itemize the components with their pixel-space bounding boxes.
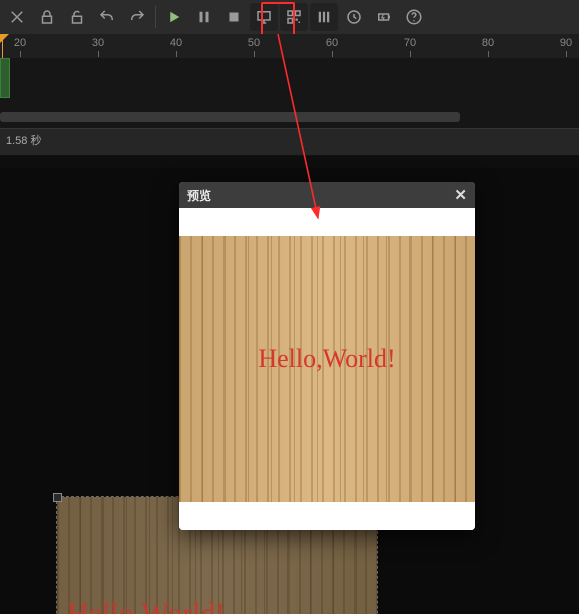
- ruler-tick: 30: [89, 37, 107, 49]
- resize-handle[interactable]: [53, 493, 62, 502]
- close-icon[interactable]: ✕: [454, 188, 467, 203]
- preview-body: Hello,World!: [179, 208, 475, 530]
- ruler-tick: 70: [401, 37, 419, 49]
- preview-window[interactable]: 预览 ✕ Hello,World!: [179, 182, 475, 530]
- time-display-bar: 1.58 秒: [0, 128, 579, 156]
- preview-title: 预览: [187, 187, 211, 204]
- unlock-icon[interactable]: [63, 3, 91, 31]
- ruler-tick: 20: [11, 37, 29, 49]
- undo-icon[interactable]: [93, 3, 121, 31]
- timeline-scrollbar[interactable]: [0, 112, 460, 122]
- ruler-tick: 90: [557, 37, 575, 49]
- canvas-object-text: Hello,World!: [67, 597, 225, 614]
- help-icon[interactable]: [400, 3, 428, 31]
- stop-icon[interactable]: [220, 3, 248, 31]
- ruler-tick: 80: [479, 37, 497, 49]
- playhead-marker[interactable]: [0, 34, 10, 44]
- toolbar-separator: [155, 6, 156, 28]
- redo-icon[interactable]: [123, 3, 151, 31]
- play-icon[interactable]: [160, 3, 188, 31]
- preview-text: Hello,World!: [179, 344, 475, 374]
- preview-content: Hello,World!: [179, 236, 475, 502]
- ruler-tick: 60: [323, 37, 341, 49]
- toolbar: [0, 0, 579, 35]
- timeline-ruler[interactable]: 20 30 40 50 60 70 80 90: [0, 34, 579, 58]
- qrcode-icon[interactable]: [280, 3, 308, 31]
- ruler-tick: 50: [245, 37, 263, 49]
- timeline-clip[interactable]: [0, 58, 10, 98]
- preview-letterbox-bottom: [179, 502, 475, 530]
- pause-icon[interactable]: [190, 3, 218, 31]
- columns-icon[interactable]: [310, 3, 338, 31]
- preview-letterbox-top: [179, 208, 475, 236]
- preview-titlebar[interactable]: 预览 ✕: [179, 182, 475, 208]
- ruler-tick: 40: [167, 37, 185, 49]
- time-display-value: 1.58 秒: [6, 135, 41, 147]
- close-icon[interactable]: [3, 3, 31, 31]
- preview-icon[interactable]: [250, 3, 278, 31]
- clock-icon[interactable]: [340, 3, 368, 31]
- battery-icon[interactable]: [370, 3, 398, 31]
- lock-icon[interactable]: [33, 3, 61, 31]
